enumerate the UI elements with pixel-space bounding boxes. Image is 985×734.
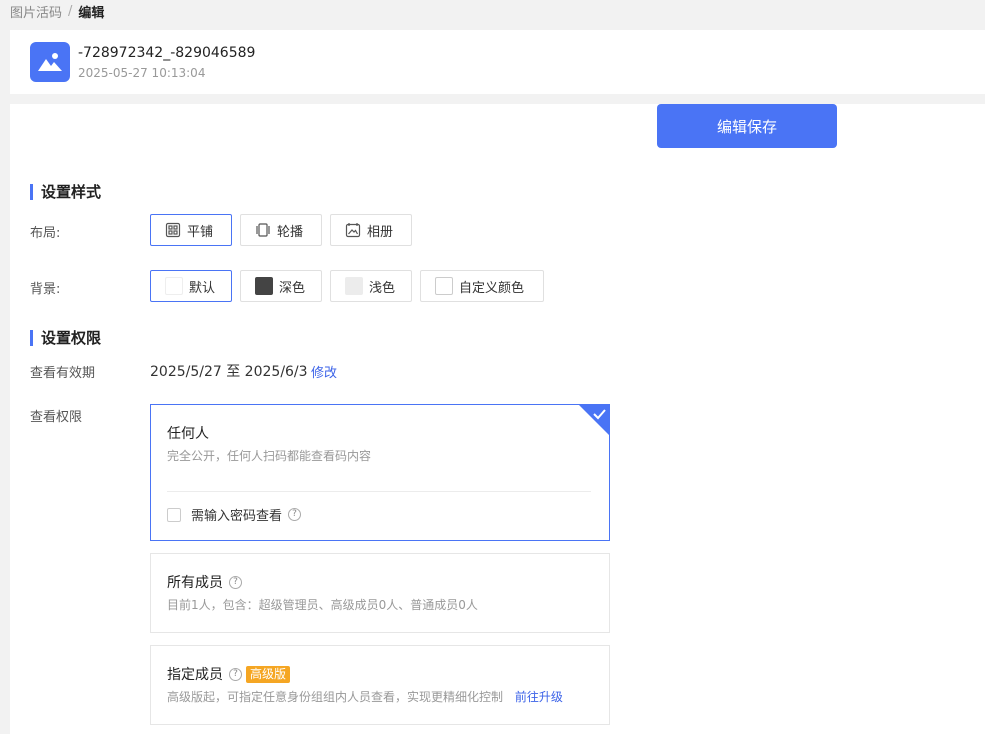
- permission-card-title: 所有成员: [167, 575, 223, 591]
- permission-card-specific-members[interactable]: 指定成员 ? 高级版 高级版起，可指定任意身份组组内人员查看，实现更精细化控制 …: [150, 645, 610, 725]
- color-swatch: [435, 277, 453, 295]
- layout-option-label: 轮播: [277, 224, 304, 240]
- help-icon[interactable]: ?: [229, 667, 242, 681]
- permission-card-title-row: 所有成员 ?: [167, 572, 242, 592]
- background-option-default[interactable]: 默认: [150, 270, 232, 302]
- layout-option-carousel[interactable]: 轮播: [240, 214, 322, 246]
- validity-label: 查看有效期: [30, 366, 96, 381]
- help-icon[interactable]: ?: [288, 508, 302, 521]
- permission-section-title: 设置权限: [30, 330, 101, 346]
- layout-option-label: 相册: [367, 224, 394, 240]
- background-option-light[interactable]: 浅色: [330, 270, 412, 302]
- password-option: 需输入密码查看 ?: [167, 505, 302, 524]
- breadcrumb: 图片活码 / 编辑: [10, 2, 105, 21]
- permission-card-title: 任何人: [167, 426, 209, 442]
- premium-badge: 高级版: [246, 665, 291, 683]
- color-swatch: [345, 277, 363, 295]
- code-timestamp: 2025-05-27 10:13:04: [78, 66, 206, 80]
- validity-edit-link[interactable]: 修改: [311, 362, 337, 381]
- grid-icon: [165, 222, 181, 238]
- layout-option-album[interactable]: 相册: [330, 214, 412, 246]
- background-option-custom[interactable]: 自定义颜色: [420, 270, 544, 302]
- album-icon: [345, 222, 361, 238]
- permission-card-desc: 目前1人，包含：超级管理员、高级成员0人、普通成员0人: [167, 598, 478, 612]
- permission-card-all-members[interactable]: 所有成员 ? 目前1人，包含：超级管理员、高级成员0人、普通成员0人: [150, 553, 610, 633]
- code-header-card: -728972342_-829046589 2025-05-27 10:13:0…: [10, 30, 985, 94]
- background-option-label: 浅色: [369, 280, 396, 296]
- breadcrumb-separator: /: [68, 3, 73, 19]
- breadcrumb-current: 编辑: [78, 5, 105, 21]
- color-swatch: [255, 277, 273, 295]
- validity-value: 2025/5/27 至 2025/6/3: [150, 364, 308, 380]
- upgrade-link[interactable]: 前往升级: [515, 690, 563, 704]
- breadcrumb-parent-link[interactable]: 图片活码: [10, 2, 62, 21]
- permission-card-anyone[interactable]: 任何人 完全公开，任何人扫码都能查看码内容 需输入密码查看 ?: [150, 404, 610, 541]
- layout-option-label: 平铺: [187, 224, 214, 240]
- check-corner-icon: [578, 404, 610, 436]
- main-panel: 编辑保存 设置样式 布局: 平铺 轮播 相册 背景: 默认 深色 浅色 自定义颜…: [10, 104, 985, 734]
- help-icon[interactable]: ?: [229, 575, 242, 589]
- permission-card-title-row: 指定成员 ? 高级版: [167, 664, 291, 684]
- background-option-label: 自定义颜色: [459, 280, 525, 296]
- layout-label: 布局:: [30, 226, 61, 241]
- save-edit-button[interactable]: 编辑保存: [657, 104, 837, 148]
- permission-card-desc: 高级版起，可指定任意身份组组内人员查看，实现更精细化控制: [167, 690, 504, 704]
- color-swatch: [165, 277, 183, 295]
- image-icon: [30, 42, 70, 82]
- background-label: 背景:: [30, 282, 61, 297]
- style-section-title: 设置样式: [30, 184, 101, 200]
- background-option-dark[interactable]: 深色: [240, 270, 322, 302]
- password-checkbox[interactable]: [167, 507, 181, 522]
- access-label: 查看权限: [30, 410, 83, 425]
- permission-card-desc-row: 高级版起，可指定任意身份组组内人员查看，实现更精细化控制 前往升级: [167, 688, 563, 705]
- background-option-label: 深色: [279, 280, 306, 296]
- password-label: 需输入密码查看: [191, 509, 283, 524]
- permission-card-desc: 完全公开，任何人扫码都能查看码内容: [167, 449, 372, 463]
- permission-card-title: 指定成员: [167, 667, 223, 683]
- layout-option-tile[interactable]: 平铺: [150, 214, 232, 246]
- background-option-label: 默认: [189, 280, 216, 296]
- code-title: -728972342_-829046589: [78, 45, 256, 61]
- card-divider: [167, 491, 591, 492]
- carousel-icon: [255, 222, 271, 238]
